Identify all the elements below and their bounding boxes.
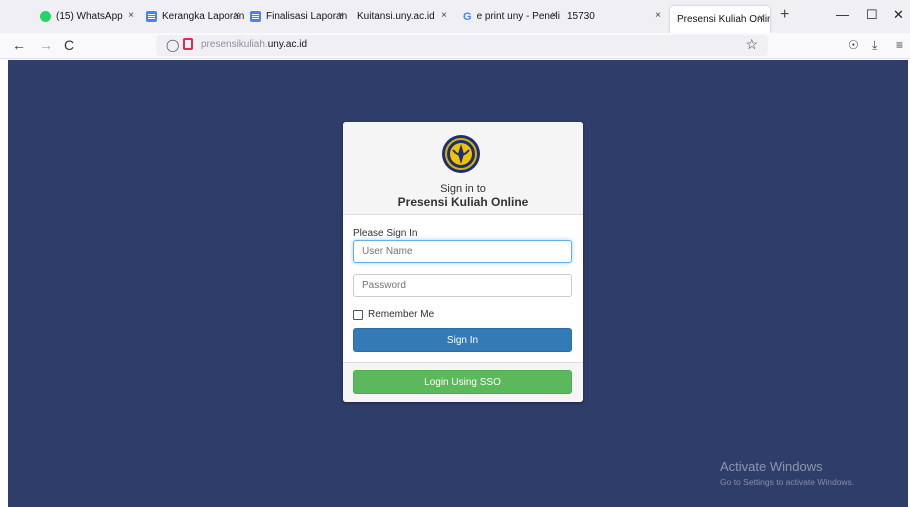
activate-windows-title: Activate Windows [720,459,823,474]
remember-me-label: Remember Me [368,309,435,320]
uny-logo-icon [442,135,480,173]
username-input[interactable] [353,240,572,263]
tab-close-icon[interactable]: × [128,10,134,21]
tab-label: (15) WhatsApp [56,11,123,22]
whatsapp-icon [40,11,51,22]
tab-close-icon[interactable]: × [441,10,447,21]
reload-button[interactable]: C [64,37,74,53]
tab-label: 15730 [567,11,595,22]
url-subdomain: presensikuliah. [201,39,268,50]
tab-whatsapp[interactable]: (15) WhatsApp × [40,0,140,33]
tab-label: e print uny - Peneli [476,11,560,22]
activate-windows-subtitle: Go to Settings to activate Windows. [720,477,855,487]
tab-close-icon[interactable]: × [655,10,661,21]
url-domain: uny.ac.id [267,39,308,50]
tab-eprint-uny[interactable]: G e print uny - Peneli × [463,0,563,33]
sso-login-button[interactable]: Login Using SSO [353,370,572,394]
docs-icon [146,11,157,22]
remember-me-option[interactable]: Remember Me [353,309,434,320]
login-panel-header: Sign in to Presensi Kuliah Online [343,122,583,215]
back-button[interactable]: ← [12,37,26,53]
tab-label: Presensi Kuliah Online [677,14,770,25]
tab-label: Kuitansi.uny.ac.id [357,11,435,22]
maximize-button[interactable]: ☐ [866,7,878,23]
forward-button[interactable]: → [39,37,53,53]
close-window-button[interactable]: ✕ [893,7,904,23]
bookmark-star-icon[interactable]: ☆ [745,36,758,53]
tab-15730[interactable]: 15730 × [567,0,667,33]
shield-icon[interactable]: ◯ [166,38,179,52]
minimize-button[interactable]: — [836,7,849,22]
docs-icon [250,11,261,22]
insecure-lock-icon[interactable] [183,38,193,50]
please-sign-in-label: Please Sign In [353,228,418,239]
url-text[interactable]: presensikuliah.uny.ac.id [201,39,307,50]
tab-kuitansi[interactable]: Kuitansi.uny.ac.id × [357,0,453,33]
download-icon[interactable]: ⤓ [872,38,877,53]
pocket-icon[interactable]: ☉ [848,38,859,52]
tab-presensi-kuliah-online[interactable]: Presensi Kuliah Online × [670,6,770,33]
new-tab-button[interactable]: + [780,6,789,24]
menu-icon[interactable]: ≡ [896,38,903,52]
page-background: Sign in to Presensi Kuliah Online Please… [8,60,908,507]
tab-close-icon[interactable]: × [758,13,764,24]
login-panel: Sign in to Presensi Kuliah Online Please… [343,122,583,402]
remember-me-checkbox[interactable] [353,309,363,320]
password-input[interactable] [353,274,572,297]
tab-bar: (15) WhatsApp × Kerangka Laporan ⬚ × Fin… [0,0,910,33]
sign-in-button[interactable]: Sign In [353,328,572,352]
tab-close-icon[interactable]: × [551,10,557,21]
signin-subtitle: Sign in to [440,183,486,195]
tab-close-icon[interactable]: × [338,10,344,21]
address-bar[interactable]: ◯ presensikuliah.uny.ac.id ☆ [156,35,768,56]
navigation-bar: ← → C ◯ presensikuliah.uny.ac.id ☆ ☉ ⤓ ≡ [0,33,910,59]
google-icon: G [463,10,472,23]
app-title: Presensi Kuliah Online [397,195,529,209]
tab-finalisasi-laporan[interactable]: Finalisasi Laporan ⬚ × [250,0,350,33]
tab-kerangka-laporan[interactable]: Kerangka Laporan ⬚ × [146,0,246,33]
tab-close-icon[interactable]: × [234,10,240,21]
